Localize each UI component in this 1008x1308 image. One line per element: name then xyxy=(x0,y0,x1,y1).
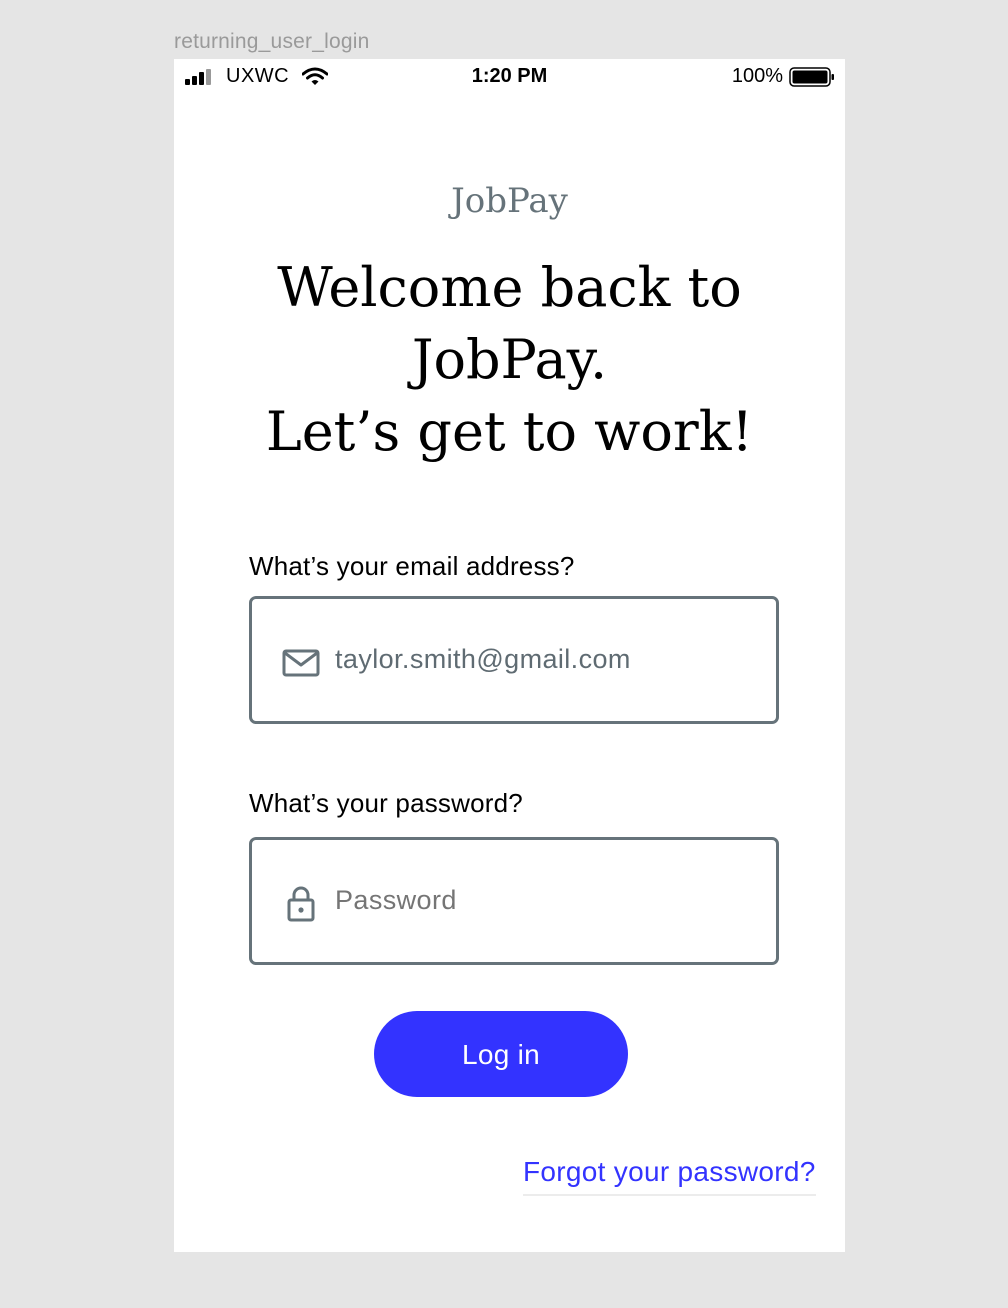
headline-line-1: Welcome back to xyxy=(277,256,742,319)
password-field[interactable] xyxy=(249,837,779,965)
email-field[interactable]: taylor.smith@gmail.com xyxy=(249,596,779,724)
phone-screen: UXWC 1:20 PM 100% JobPay Welcome back to… xyxy=(174,59,845,1252)
forgot-password-link[interactable]: Forgot your password? xyxy=(523,1156,816,1196)
frame-label: returning_user_login xyxy=(174,30,370,53)
headline-line-2: JobPay. xyxy=(411,328,608,391)
brand-name: JobPay xyxy=(451,181,568,221)
email-label: What’s your email address? xyxy=(249,551,575,581)
login-button[interactable]: Log in xyxy=(374,1011,628,1097)
welcome-headline: Welcome back to JobPay. Let’s get to wor… xyxy=(234,252,785,468)
email-input[interactable]: taylor.smith@gmail.com xyxy=(335,644,755,675)
password-label: What’s your password? xyxy=(249,788,523,818)
battery-percent: 100% xyxy=(731,65,783,87)
headline-line-3: Let’s get to work! xyxy=(265,400,754,463)
status-bar: UXWC 1:20 PM 100% xyxy=(174,59,845,95)
mail-icon xyxy=(282,649,320,677)
password-input[interactable] xyxy=(335,885,755,916)
lock-icon xyxy=(287,886,315,922)
battery-icon xyxy=(789,67,834,87)
